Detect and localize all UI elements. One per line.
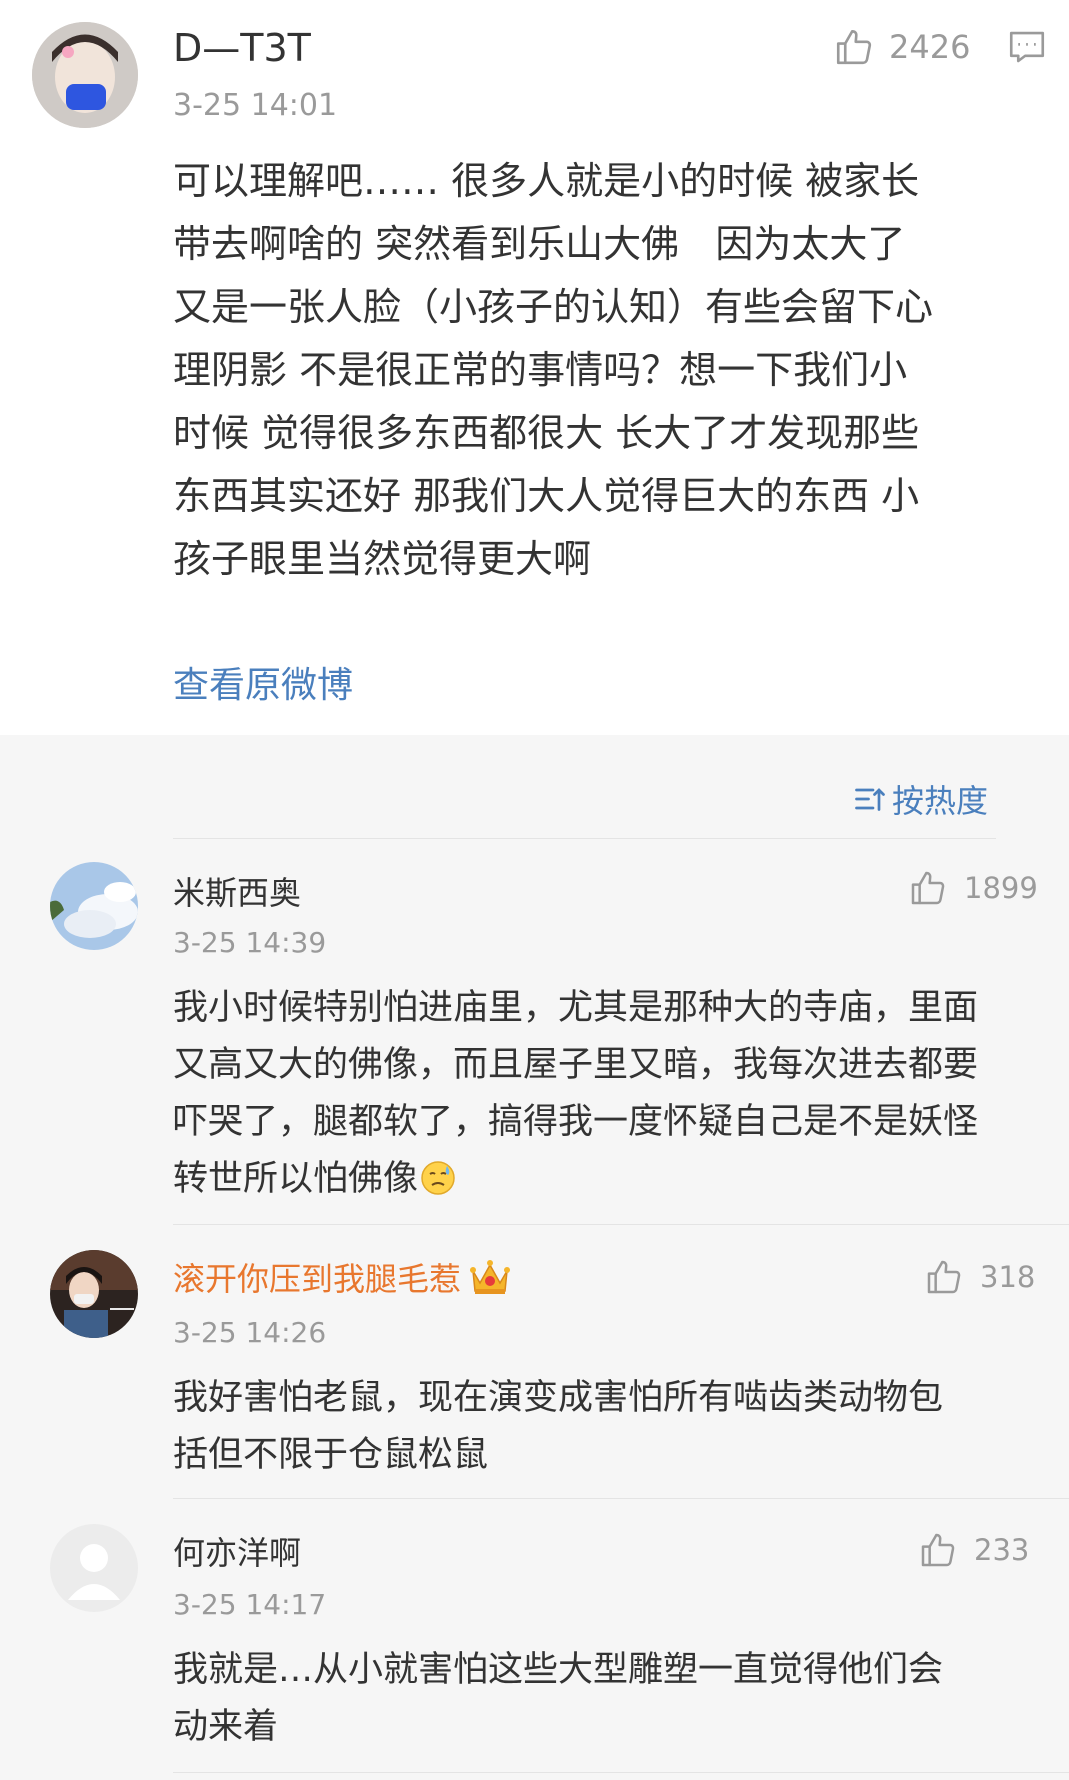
- comment-avatar[interactable]: [50, 1524, 138, 1612]
- comment-like-count: 1899: [964, 871, 1038, 905]
- thumbs-up-icon: [836, 29, 872, 65]
- original-post: D—T3T 3-25 14:01 2426 可以理解吧…… 很多人就是小的时候 …: [0, 0, 1069, 735]
- post-like-button[interactable]: 2426: [833, 25, 970, 69]
- comment-like-button[interactable]: 1899: [908, 868, 1038, 908]
- comment-like-count: 233: [974, 1533, 1030, 1567]
- post-like-count: 2426: [889, 28, 971, 66]
- sort-label: 按热度: [892, 782, 989, 820]
- comment-like-count: 318: [980, 1260, 1036, 1294]
- comment-time: 3-25 14:17: [173, 1588, 327, 1621]
- post-body: 可以理解吧…… 很多人就是小的时候 被家长 带去啊啥的 突然看到乐山大佛 因为太…: [173, 159, 934, 581]
- comment-avatar[interactable]: [50, 1250, 138, 1338]
- comment-body: 我就是…从小就害怕这些大型雕塑一直觉得他们会 动来着: [173, 1650, 944, 1747]
- comment-body: 我好害怕老鼠，现在演变成害怕所有啮齿类动物包 括但不限于仓鼠松鼠: [173, 1378, 944, 1475]
- divider: [173, 838, 996, 839]
- post-time: 3-25 14:01: [173, 88, 338, 123]
- thumbs-up-icon: [921, 1533, 955, 1567]
- comment-time: 3-25 14:39: [173, 926, 327, 959]
- thumbs-up-icon: [911, 871, 945, 905]
- thumbs-up-icon: [927, 1260, 961, 1294]
- comment-author-name[interactable]: 米斯西奥: [173, 868, 301, 914]
- comment-like-button[interactable]: 233: [918, 1530, 1029, 1570]
- comment-author-name[interactable]: 何亦洋啊: [173, 1528, 301, 1574]
- comment-like-button[interactable]: 318: [924, 1257, 1035, 1297]
- post-author-avatar[interactable]: [32, 22, 138, 128]
- comment-author-name[interactable]: 滚开你压到我腿毛惹: [173, 1254, 511, 1300]
- divider: [173, 1224, 1069, 1225]
- sort-icon: [855, 788, 885, 811]
- comment-text: 我小时候特别怕进庙里，尤其是那种大的寺庙，里面 又高又大的佛像，而且屋子里又暗，…: [173, 988, 979, 1199]
- sort-by-hot-button[interactable]: 按热度: [852, 776, 988, 822]
- view-original-link[interactable]: 查看原微博: [173, 656, 353, 708]
- divider: [173, 1498, 1069, 1499]
- divider: [173, 1772, 1069, 1773]
- comment-avatar[interactable]: [50, 862, 138, 950]
- post-author-name[interactable]: D—T3T: [173, 26, 311, 70]
- comment-time: 3-25 14:26: [173, 1316, 327, 1349]
- comment-body: 我小时候特别怕进庙里，尤其是那种大的寺庙，里面 又高又大的佛像，而且屋子里又暗，…: [173, 980, 1053, 1214]
- comment-author-label: 滚开你压到我腿毛惹: [173, 1260, 462, 1298]
- sweat-emoji-icon: [420, 1157, 456, 1214]
- vip-crown-icon: [470, 1260, 511, 1294]
- comment-icon[interactable]: [1006, 26, 1048, 72]
